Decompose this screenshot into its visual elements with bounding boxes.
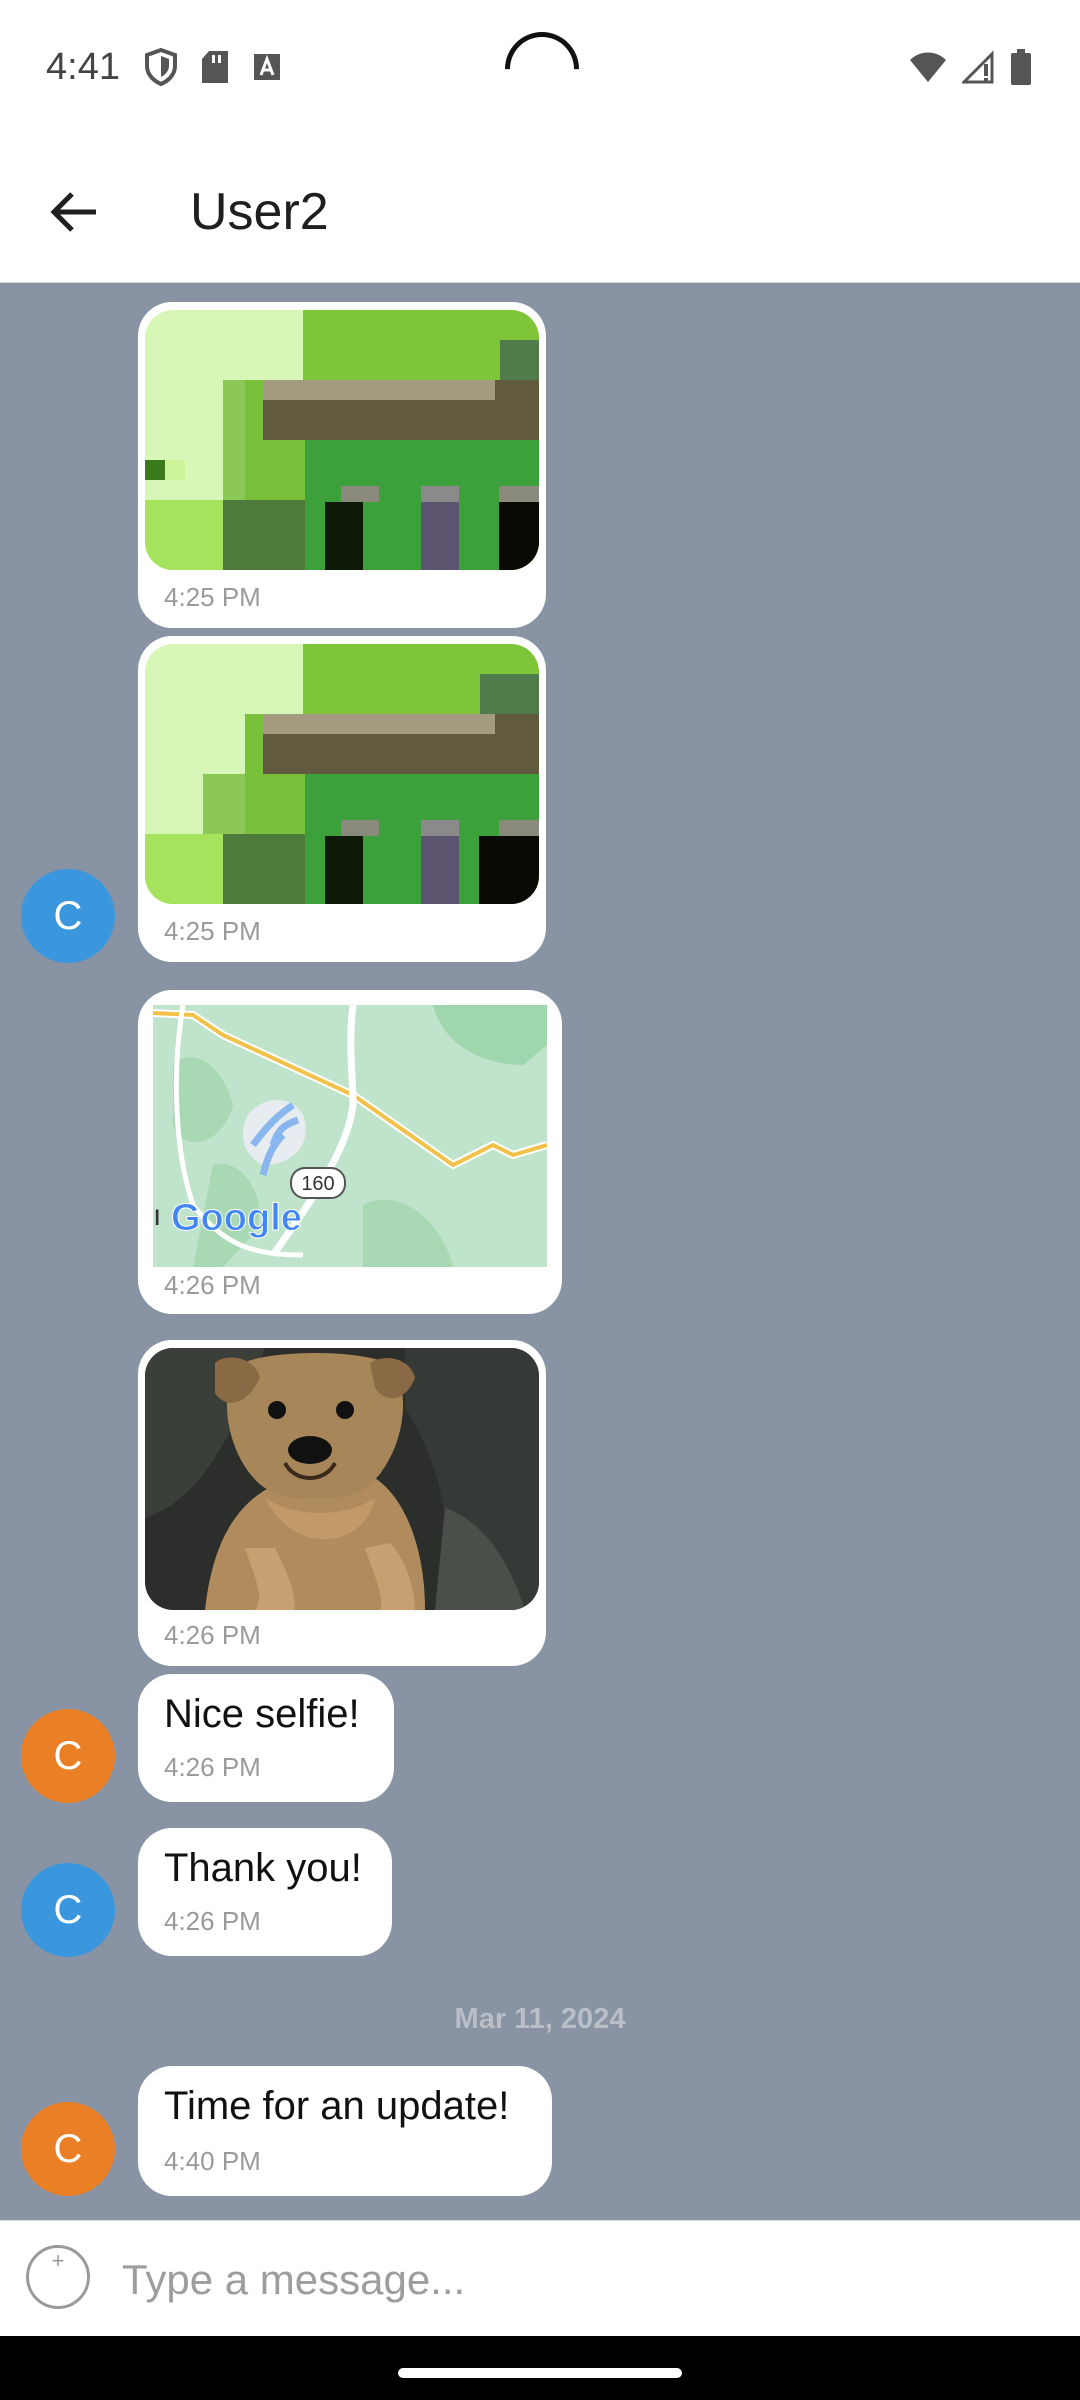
message-photo[interactable] — [145, 644, 539, 904]
message-time: 4:40 PM — [164, 2146, 261, 2176]
message-text: Nice selfie! — [164, 1692, 360, 1736]
back-button[interactable] — [42, 180, 106, 244]
message-time: 4:26 PM — [164, 1620, 261, 1650]
add-attachment-button[interactable]: + — [26, 2245, 90, 2309]
shield-icon — [145, 48, 177, 86]
map-brand-logo: Google — [171, 1197, 302, 1239]
map-place-fragment: ı — [153, 1199, 161, 1232]
message-text: Thank you! — [164, 1846, 362, 1890]
map-message[interactable]: 160 ı Google 4:26 PM — [138, 990, 562, 1314]
message-time: 4:25 PM — [164, 582, 261, 612]
text-message[interactable]: Thank you! 4:26 PM — [138, 1828, 392, 1956]
battery-icon — [1011, 49, 1031, 85]
message-time: 4:26 PM — [164, 1270, 261, 1300]
text-message[interactable]: Nice selfie! 4:26 PM — [138, 1674, 394, 1802]
status-icons-right — [908, 48, 1032, 86]
image-message[interactable]: 4:26 PM — [138, 1340, 546, 1666]
message-input[interactable] — [120, 2241, 1044, 2319]
status-icons-left — [144, 48, 282, 86]
date-separator: Mar 11, 2024 — [454, 2003, 626, 2035]
sender-avatar[interactable]: C — [21, 869, 115, 963]
keyboard-a-icon — [254, 54, 280, 80]
message-time: 4:25 PM — [164, 916, 261, 946]
plus-circle-icon: + — [51, 2248, 65, 2273]
message-time: 4:26 PM — [164, 1906, 261, 1936]
message-composer: + — [0, 2220, 1080, 2337]
status-bar: 4:41 — [0, 0, 1080, 140]
signal-icon — [962, 50, 994, 84]
sender-avatar[interactable]: C — [21, 1863, 115, 1957]
sd-card-icon — [202, 51, 228, 83]
image-message[interactable]: 4:25 PM — [138, 302, 546, 628]
message-text: Time for an update! — [164, 2084, 510, 2128]
status-time: 4:41 — [46, 46, 120, 88]
system-nav-bar — [0, 2336, 1080, 2400]
sender-avatar[interactable]: C — [21, 1709, 115, 1803]
camera-cutout — [489, 16, 595, 122]
chat-title: User2 — [190, 183, 329, 241]
sender-avatar[interactable]: C — [21, 2102, 115, 2196]
message-time: 4:26 PM — [164, 1752, 261, 1782]
wifi-icon — [910, 52, 946, 82]
message-photo[interactable] — [145, 310, 539, 570]
arrow-left-icon — [50, 192, 96, 232]
home-gesture-handle[interactable] — [398, 2368, 682, 2378]
message-photo[interactable] — [145, 1348, 539, 1610]
text-message[interactable]: Time for an update! 4:40 PM — [138, 2066, 552, 2196]
image-message[interactable]: 4:25 PM — [138, 636, 546, 962]
app-bar: User2 — [0, 140, 1080, 283]
map-preview[interactable]: 160 ı Google — [153, 1005, 547, 1267]
map-route-label: 160 — [301, 1173, 334, 1195]
message-list[interactable]: 4:25 PM 4:25 PM 160 ı Google 4:26 PM 4:2… — [0, 282, 1080, 2220]
